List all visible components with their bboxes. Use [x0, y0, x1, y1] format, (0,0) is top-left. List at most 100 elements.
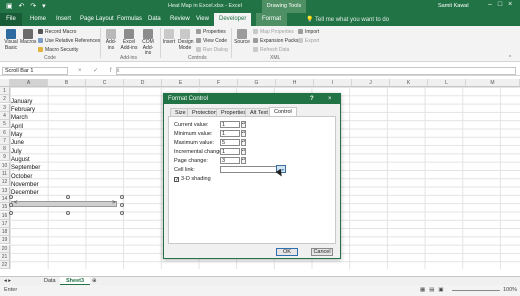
cell-link-field[interactable] [220, 166, 280, 173]
properties-button[interactable]: Properties [196, 29, 226, 35]
column-header[interactable]: B [48, 79, 86, 87]
zoom-slider[interactable] [452, 290, 500, 291]
record-macro-button[interactable]: Record Macro [38, 29, 76, 35]
window-controls[interactable]: –□× [488, 1, 518, 8]
resize-handle[interactable] [120, 195, 124, 199]
row-header[interactable]: 10 [0, 161, 10, 170]
row-header[interactable]: 20 [0, 244, 10, 253]
cell-a11[interactable]: October [11, 173, 32, 181]
resize-handle[interactable] [120, 203, 124, 207]
cell-a9[interactable]: August [11, 156, 30, 164]
refresh-data-button[interactable]: Refresh Data [253, 47, 289, 53]
row-header[interactable]: 13 [0, 186, 10, 195]
collapse-ribbon-icon[interactable]: ⌃ [508, 55, 512, 61]
com-add-ins-button[interactable]: COM Add-ins [140, 29, 156, 57]
cell-a4[interactable]: March [11, 114, 28, 122]
expansion-packs-button[interactable]: Expansion Packs [253, 38, 298, 44]
column-header[interactable]: I [314, 79, 352, 87]
column-header[interactable]: E [162, 79, 200, 87]
tab-format[interactable]: Format [256, 13, 288, 26]
row-header[interactable]: 9 [0, 153, 10, 162]
resize-handle[interactable] [9, 195, 13, 199]
insert-control-button[interactable]: Insert [162, 29, 176, 46]
tab-home[interactable]: Home [30, 16, 46, 22]
tab-data[interactable]: Data [148, 16, 161, 22]
export-button[interactable]: Export [298, 38, 319, 44]
column-header[interactable]: M [466, 79, 520, 87]
cell-a13[interactable]: December [11, 189, 39, 197]
cell-a2[interactable]: January [11, 98, 32, 106]
row-header[interactable]: 5 [0, 120, 10, 129]
current-value-field[interactable]: 1 [220, 121, 240, 128]
cell-a7[interactable]: June [11, 139, 24, 147]
cell-a5[interactable]: April [11, 123, 23, 131]
cell-a10[interactable]: September [11, 164, 40, 172]
row-header[interactable]: 2 [0, 95, 10, 104]
column-header[interactable]: G [238, 79, 276, 87]
visual-basic-button[interactable]: Visual Basic [3, 29, 19, 51]
quick-access-toolbar[interactable]: ▣ ↶ ↷ ▾ [6, 2, 48, 10]
tab-review[interactable]: Review [170, 16, 190, 22]
column-header[interactable]: K [390, 79, 428, 87]
column-header[interactable]: J [352, 79, 390, 87]
resize-handle[interactable] [66, 211, 70, 215]
view-mode-icons[interactable]: ▦▤▣ [420, 285, 448, 296]
tab-insert[interactable]: Insert [56, 16, 71, 22]
row-header[interactable]: 18 [0, 228, 10, 237]
view-code-button[interactable]: View Code [196, 38, 227, 44]
scroll-bar-control[interactable]: < > [11, 200, 117, 207]
resize-handle[interactable] [9, 203, 13, 207]
run-dialog-button[interactable]: Run Dialog [196, 47, 228, 53]
column-header[interactable]: D [124, 79, 162, 87]
row-header[interactable]: 6 [0, 128, 10, 137]
select-all-corner[interactable] [0, 79, 10, 87]
page-change-field[interactable]: 3 [220, 157, 240, 164]
current-value-stepper[interactable]: ▴▾ [241, 121, 246, 128]
tab-file[interactable]: File [0, 13, 22, 26]
resize-handle[interactable] [9, 211, 13, 215]
tab-formulas[interactable]: Formulas [117, 16, 142, 22]
row-header[interactable]: 8 [0, 145, 10, 154]
cell-a12[interactable]: November [11, 181, 39, 189]
row-header[interactable]: 17 [0, 219, 10, 228]
row-header[interactable]: 3 [0, 103, 10, 112]
maximum-value-field[interactable]: 5 [220, 139, 240, 146]
map-properties-button[interactable]: Map Properties [253, 29, 294, 35]
resize-handle[interactable] [66, 195, 70, 199]
excel-add-ins-button[interactable]: Excel Add-ins [120, 29, 138, 51]
cell-a6[interactable]: May [11, 131, 22, 139]
macro-security-button[interactable]: Macro Security [38, 47, 78, 53]
row-header[interactable]: 7 [0, 136, 10, 145]
design-mode-button[interactable]: Design Mode [178, 29, 194, 51]
tell-me-search[interactable]: 💡 Tell me what you want to do [306, 16, 389, 23]
tab-view[interactable]: View [196, 16, 209, 22]
row-header[interactable]: 1 [0, 87, 10, 95]
ok-button[interactable]: OK [276, 248, 298, 256]
page-change-stepper[interactable]: ▴▾ [241, 157, 246, 164]
scroll-right-arrow[interactable]: > [112, 200, 116, 206]
name-box[interactable]: Scroll Bar 1 [2, 67, 68, 75]
macros-button[interactable]: Macros [20, 29, 36, 46]
row-header[interactable]: 19 [0, 236, 10, 245]
column-header[interactable]: A [10, 79, 48, 87]
user-name[interactable]: Samit Kawal [438, 3, 469, 9]
scroll-left-arrow[interactable]: < [14, 200, 18, 206]
column-header[interactable]: H [276, 79, 314, 87]
shading-checkbox[interactable]: ✓ [174, 177, 179, 183]
formula-input[interactable] [116, 67, 516, 75]
column-header[interactable]: L [428, 79, 466, 87]
incremental-change-field[interactable]: 1 [220, 148, 240, 155]
close-icon[interactable]: × [328, 94, 332, 104]
column-header[interactable]: F [200, 79, 238, 87]
zoom-level[interactable]: 100% [503, 285, 517, 296]
source-button[interactable]: Source [234, 29, 250, 46]
cell-a8[interactable]: July [11, 148, 22, 156]
tab-developer[interactable]: Developer [214, 13, 252, 26]
maximum-value-stepper[interactable]: ▴▾ [241, 139, 246, 146]
tab-page-layout[interactable]: Page Layout [80, 16, 114, 22]
row-header[interactable]: 11 [0, 170, 10, 178]
cancel-button[interactable]: Cancel [311, 248, 333, 256]
minimum-value-field[interactable]: 1 [220, 130, 240, 137]
use-relative-references-button[interactable]: Use Relative References [38, 38, 100, 44]
row-header[interactable]: 21 [0, 253, 10, 261]
